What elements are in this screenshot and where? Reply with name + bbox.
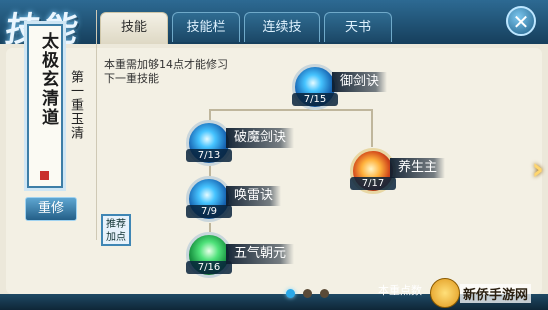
page-indicator: [286, 289, 329, 298]
skill-level: 7/15: [292, 93, 338, 106]
recommend-points-button[interactable]: 推荐加点: [101, 214, 131, 246]
page-dot-active[interactable]: [286, 289, 295, 298]
skill-level: 7/17: [350, 177, 396, 190]
watermark: 新侨手游网: [430, 276, 542, 308]
skill-name: 养生主: [390, 158, 446, 178]
skill-level: 7/9: [186, 205, 232, 218]
next-page-arrow-icon[interactable]: ›: [532, 152, 544, 187]
page-dot[interactable]: [303, 289, 312, 298]
skill-name: 五气朝元: [226, 244, 295, 264]
watermark-logo-icon: [430, 278, 460, 308]
skill-name: 御剑诀: [332, 72, 388, 92]
skill-level: 7/13: [186, 149, 232, 162]
page-dot[interactable]: [320, 289, 329, 298]
points-label: 本重点数: [378, 284, 422, 297]
watermark-text: 新侨手游网: [460, 284, 532, 303]
skill-name: 唤雷诀: [226, 186, 282, 206]
skill-name: 破魔剑诀: [226, 128, 295, 148]
